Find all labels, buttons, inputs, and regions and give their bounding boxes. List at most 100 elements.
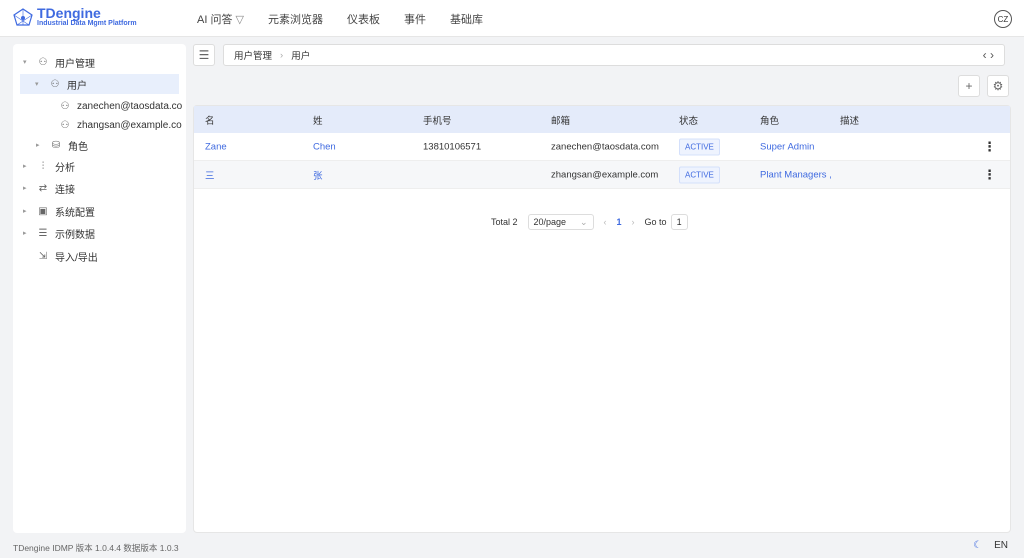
- main-nav: AI 问答 ▽ 元素浏览器 仪表板 事件 基础库: [197, 11, 483, 27]
- toggle-sidebar-button[interactable]: ☰: [193, 44, 215, 66]
- col-description[interactable]: 描述: [840, 113, 859, 127]
- collapse-icon: ☰: [198, 48, 210, 62]
- database-icon: ☰: [38, 227, 48, 239]
- email: zhangsan@example.com: [551, 169, 659, 180]
- last-name-link[interactable]: Chen: [313, 141, 336, 152]
- col-email[interactable]: 邮箱: [551, 113, 570, 127]
- email: zanechen@taosdata.com: [551, 141, 659, 152]
- logo-icon: [13, 7, 33, 26]
- prev-page-icon[interactable]: ‹: [604, 217, 607, 227]
- sidebar-item-label: 示例数据: [55, 229, 95, 241]
- sidebar-item-label: 角色: [68, 141, 88, 153]
- nav-library[interactable]: 基础库: [450, 11, 483, 27]
- nav-events[interactable]: 事件: [404, 11, 426, 27]
- user-icon: ⚇: [60, 119, 70, 131]
- chevron-down-icon: ⌄: [579, 216, 588, 227]
- users-icon: ⚇: [38, 56, 48, 68]
- more-actions-icon[interactable]: ⋮: [983, 167, 996, 183]
- sidebar-item-user-mgmt[interactable]: ▾ ⚇ 用户管理: [23, 52, 95, 72]
- footer-controls: ☾ EN: [973, 540, 1008, 551]
- connect-icon: ⇄: [38, 182, 48, 194]
- total-count: Total 2: [491, 217, 518, 227]
- sidebar-item-users[interactable]: ▾ ⚇ 用户: [20, 74, 179, 94]
- breadcrumb-separator: ›: [280, 49, 284, 61]
- sidebar-item-import-export[interactable]: ⇲ 导入/导出: [23, 246, 98, 266]
- breadcrumb: 用户管理 › 用户 ‹ ›: [223, 44, 1005, 66]
- sidebar-item-label: 用户: [67, 80, 87, 92]
- nav-element-browser[interactable]: 元素浏览器: [268, 11, 323, 27]
- shield-icon: ▽: [235, 14, 244, 26]
- col-phone[interactable]: 手机号: [423, 113, 452, 127]
- add-button[interactable]: +: [958, 75, 980, 97]
- page-size-select[interactable]: 20/page ⌄: [527, 214, 594, 230]
- phone: 13810106571: [423, 141, 482, 152]
- goto-input[interactable]: 1: [670, 214, 688, 230]
- version-info: TDengine IDMP 版本 1.0.4.4 数据版本 1.0.3: [13, 543, 179, 553]
- code-nav-icon[interactable]: ‹ ›: [983, 48, 994, 62]
- user-icon: ⚇: [50, 78, 60, 90]
- users-table: 名 姓 手机号 邮箱 状态 角色 描述 Zane Chen 1381010657…: [193, 105, 1011, 533]
- first-name-link[interactable]: Zane: [205, 141, 227, 152]
- settings-button[interactable]: ⚙: [987, 75, 1009, 97]
- sidebar-item-label: 分析: [55, 162, 75, 174]
- dark-mode-icon[interactable]: ☾: [973, 540, 982, 551]
- sidebar-item-system-config[interactable]: ▸ ▣ 系统配置: [23, 201, 95, 221]
- language-toggle[interactable]: EN: [994, 540, 1008, 551]
- user-icon: ⚇: [60, 100, 70, 112]
- table-row: 三 张 zhangsan@example.com ACTIVE Plant Ma…: [194, 161, 1010, 189]
- col-last-name[interactable]: 姓: [313, 113, 323, 127]
- logo-title: TDengine: [37, 5, 101, 21]
- chart-icon: ⫶: [41, 160, 45, 172]
- settings-icon: ▣: [38, 205, 48, 217]
- sidebar: ▾ ⚇ 用户管理 ▾ ⚇ 用户 ⚇ zanechen@taosdata.co ⚇ zhang…: [13, 44, 186, 533]
- sidebar-item-label: zhangsan@example.co: [77, 119, 182, 131]
- more-actions-icon[interactable]: ⋮: [983, 139, 996, 155]
- sidebar-item-label: 导入/导出: [55, 252, 98, 264]
- nav-dashboard[interactable]: 仪表板: [347, 11, 380, 27]
- nav-ai-label: AI 问答: [197, 14, 233, 26]
- gear-icon: ⚙: [992, 79, 1004, 93]
- sidebar-item-sample-data[interactable]: ▸ ☰ 示例数据: [23, 223, 95, 243]
- chevron-right-icon: ▸: [23, 230, 27, 237]
- sidebar-item-user-zanechen[interactable]: ⚇ zanechen@taosdata.co: [59, 96, 183, 116]
- breadcrumb-users: 用户: [291, 51, 311, 62]
- role-link[interactable]: Super Admin: [760, 141, 814, 152]
- next-page-icon[interactable]: ›: [632, 217, 635, 227]
- chevron-right-icon: ▸: [36, 142, 40, 149]
- avatar[interactable]: CZ: [994, 10, 1012, 28]
- col-role[interactable]: 角色: [760, 113, 779, 127]
- top-bar: TDengine Industrial Data Mgmt Platform AI…: [0, 0, 1024, 37]
- chevron-right-icon: ▸: [23, 163, 27, 170]
- table-header: 名 姓 手机号 邮箱 状态 角色 描述: [194, 106, 1010, 133]
- col-first-name[interactable]: 名: [205, 113, 215, 127]
- sidebar-item-analysis[interactable]: ▸ ⫶ 分析: [23, 156, 75, 176]
- status-badge: ACTIVE: [679, 166, 720, 183]
- sidebar-item-user-zhangsan[interactable]: ⚇ zhangsan@example.co: [59, 115, 182, 135]
- role-link[interactable]: Plant Managers ,: [760, 169, 832, 180]
- sidebar-item-label: 连接: [55, 184, 75, 196]
- chevron-down-icon: ▾: [35, 81, 39, 88]
- page-size-value: 20/page: [533, 217, 567, 227]
- sidebar-item-label: 系统配置: [55, 207, 95, 219]
- pagination: Total 2 20/page ⌄ ‹ 1 › Go to 1: [491, 214, 688, 230]
- col-status[interactable]: 状态: [679, 113, 698, 127]
- first-name-link[interactable]: 三: [205, 168, 215, 182]
- role-icon: ⛁: [51, 139, 61, 151]
- chevron-down-icon: ▾: [23, 59, 27, 66]
- breadcrumb-user-mgmt[interactable]: 用户管理: [234, 48, 272, 62]
- sidebar-item-label: 用户管理: [55, 58, 95, 70]
- last-name-link[interactable]: 张: [313, 168, 323, 182]
- logo[interactable]: TDengine Industrial Data Mgmt Platform: [12, 6, 137, 27]
- goto-label: Go to: [644, 217, 667, 227]
- nav-ai[interactable]: AI 问答 ▽: [197, 11, 244, 27]
- table-row: Zane Chen 13810106571 zanechen@taosdata.…: [194, 133, 1010, 161]
- main-content: ☰ 用户管理 › 用户 ‹ › + ⚙ 名 姓 手机号 邮箱 状态 角色 描述 …: [193, 44, 1011, 533]
- chevron-right-icon: ▸: [23, 185, 27, 192]
- import-export-icon: ⇲: [38, 250, 48, 262]
- logo-subtitle: Industrial Data Mgmt Platform: [37, 20, 137, 27]
- chevron-right-icon: ▸: [23, 208, 27, 215]
- sidebar-item-roles[interactable]: ▸ ⛁ 角色: [36, 135, 88, 155]
- page-1[interactable]: 1: [617, 217, 622, 227]
- sidebar-item-connections[interactable]: ▸ ⇄ 连接: [23, 178, 75, 198]
- sidebar-item-label: zanechen@taosdata.co: [77, 100, 183, 112]
